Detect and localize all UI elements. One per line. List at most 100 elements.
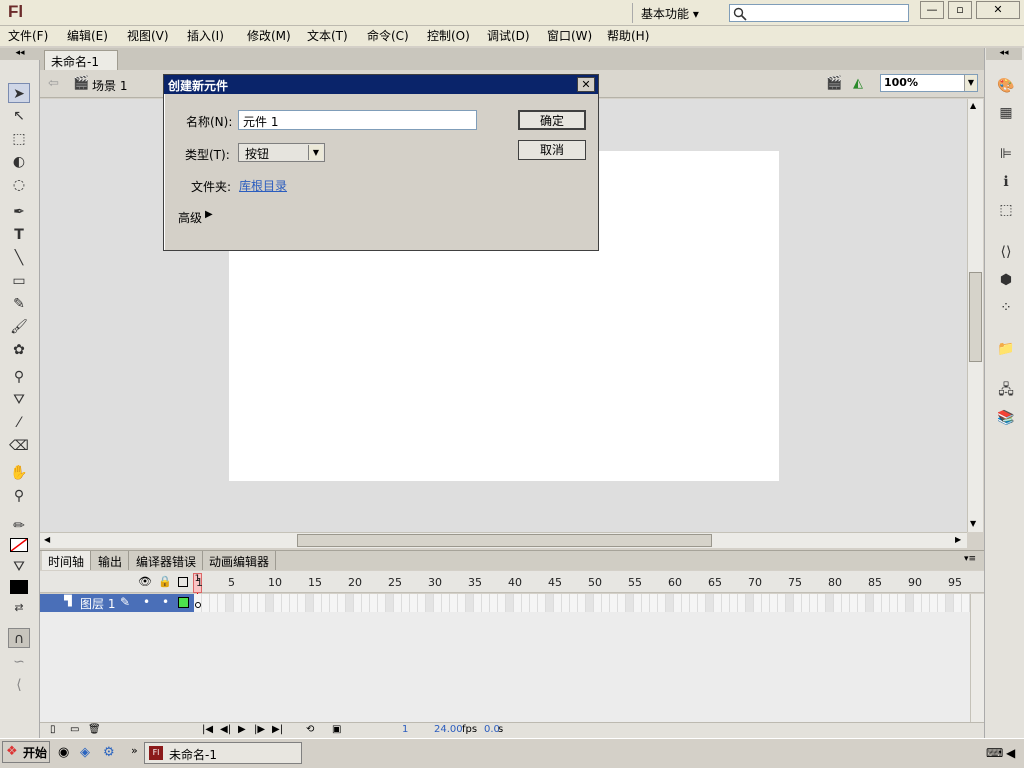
frame-cell[interactable] — [930, 594, 938, 612]
straighten-icon[interactable]: ⟨ — [8, 675, 30, 695]
frame-cell[interactable] — [298, 594, 306, 612]
close-window-button[interactable]: ✕ — [976, 1, 1020, 19]
timeline-vertical-scrollbar[interactable] — [970, 594, 984, 722]
frame-cell[interactable] — [650, 594, 658, 612]
line-tool-icon[interactable]: ╲ — [8, 248, 30, 268]
eraser-tool-icon[interactable]: ⌫ — [8, 436, 30, 456]
frame-cell[interactable] — [442, 594, 450, 612]
horizontal-scrollbar[interactable]: ◀ ▶ — [40, 532, 967, 548]
motion-presets-icon[interactable]: ⁘ — [996, 298, 1016, 318]
frame-cell[interactable] — [794, 594, 802, 612]
menu-window[interactable]: 窗口(W) — [547, 27, 592, 44]
color-panel-icon[interactable]: 🎨 — [996, 76, 1016, 96]
frame-cell[interactable] — [754, 594, 762, 612]
vertical-scroll-thumb[interactable] — [969, 272, 982, 362]
folder-link[interactable]: 库根目录 — [239, 177, 287, 194]
frame-cell[interactable] — [426, 594, 434, 612]
collapse-arrows-icon[interactable]: ◂◂ — [0, 48, 40, 60]
frame-cell[interactable] — [354, 594, 362, 612]
last-frame-icon[interactable]: ▶| — [272, 724, 283, 735]
frame-cell[interactable] — [946, 594, 954, 612]
expand-panels-icon[interactable]: ◂◂ — [986, 48, 1022, 60]
visibility-dot-icon[interactable]: • — [143, 595, 150, 609]
frame-cell[interactable] — [706, 594, 714, 612]
hand-tool-icon[interactable]: ✋ — [8, 463, 30, 483]
back-arrow-icon[interactable]: ⇦ — [48, 76, 59, 91]
menu-file[interactable]: 文件(F) — [8, 27, 48, 44]
text-tool-icon[interactable]: T — [8, 225, 30, 245]
frame-cell[interactable] — [714, 594, 722, 612]
vertical-scrollbar[interactable]: ▲ ▼ — [967, 99, 983, 532]
frame-cell[interactable] — [250, 594, 258, 612]
frame-cell[interactable] — [490, 594, 498, 612]
frame-cell[interactable] — [818, 594, 826, 612]
frame-cell[interactable] — [482, 594, 490, 612]
expand-arrow-icon[interactable]: ▶ — [205, 209, 213, 220]
tray-expand-icon[interactable]: ◀ — [1006, 746, 1015, 760]
rectangle-tool-icon[interactable]: ▭ — [8, 271, 30, 291]
frame-cell[interactable] — [306, 594, 314, 612]
lock-dot-icon[interactable]: • — [162, 595, 169, 609]
frame-cell[interactable] — [770, 594, 778, 612]
frame-cell[interactable] — [618, 594, 626, 612]
snap-to-objects-icon[interactable]: ∩ — [8, 628, 30, 648]
outline-color-swatch[interactable] — [178, 597, 189, 608]
frame-cell[interactable] — [890, 594, 898, 612]
lasso-tool-icon[interactable]: ◌ — [8, 175, 30, 195]
ok-button[interactable]: 确定 — [518, 110, 586, 130]
frame-cell[interactable] — [850, 594, 858, 612]
frame-cell[interactable] — [938, 594, 946, 612]
scroll-right-icon[interactable]: ▶ — [955, 535, 961, 544]
frame-cell[interactable] — [882, 594, 890, 612]
lock-layers-icon[interactable]: 🔒 — [158, 575, 172, 588]
edit-scene-icon[interactable]: 🎬 — [826, 76, 842, 91]
frame-cell[interactable] — [218, 594, 226, 612]
frame-cell[interactable] — [458, 594, 466, 612]
frame-row[interactable] — [194, 594, 970, 612]
document-tab[interactable]: 未命名-1 × — [44, 50, 118, 84]
frame-cell[interactable] — [418, 594, 426, 612]
frame-cell[interactable] — [834, 594, 842, 612]
frame-cell[interactable] — [546, 594, 554, 612]
transform-panel-icon[interactable]: ⬚ — [996, 200, 1016, 220]
tab-timeline[interactable]: 时间轴 — [42, 551, 92, 570]
restore-button[interactable]: ▫ — [948, 1, 972, 19]
scene-label[interactable]: 场景 1 — [92, 77, 127, 94]
components-panel-icon[interactable]: ⬢ — [996, 270, 1016, 290]
onion-skin-icon[interactable]: ▣ — [332, 724, 341, 735]
frame-cell[interactable] — [330, 594, 338, 612]
stroke-color-swatch[interactable] — [10, 538, 28, 552]
menu-help[interactable]: 帮助(H) — [607, 27, 649, 44]
frame-cell[interactable] — [802, 594, 810, 612]
help-search-input[interactable] — [729, 4, 909, 22]
outline-layers-icon[interactable] — [178, 577, 188, 587]
frame-cell[interactable] — [346, 594, 354, 612]
pen-tool-icon[interactable]: ✒ — [8, 202, 30, 222]
frame-cell[interactable] — [842, 594, 850, 612]
frame-cell[interactable] — [202, 594, 210, 612]
frame-cell[interactable] — [266, 594, 274, 612]
menu-debug[interactable]: 调试(D) — [487, 27, 530, 44]
frame-cell[interactable] — [690, 594, 698, 612]
frame-cell[interactable] — [282, 594, 290, 612]
free-transform-tool-icon[interactable]: ⬚ — [8, 129, 30, 149]
symbol-type-select[interactable]: 按钮 ▼ — [238, 143, 325, 162]
stroke-color-icon[interactable]: ✏ — [8, 516, 30, 536]
brush-tool-icon[interactable]: 🖌 — [8, 317, 30, 337]
frame-cell[interactable] — [610, 594, 618, 612]
tab-output[interactable]: 输出 — [92, 551, 130, 570]
zoom-dropdown-icon[interactable]: ▼ — [964, 75, 977, 91]
frame-cell[interactable] — [434, 594, 442, 612]
frame-cell[interactable] — [810, 594, 818, 612]
frame-cell[interactable] — [578, 594, 586, 612]
frame-cell[interactable] — [674, 594, 682, 612]
frame-cell[interactable] — [362, 594, 370, 612]
next-frame-icon[interactable]: |▶ — [254, 724, 265, 735]
frame-cell[interactable] — [466, 594, 474, 612]
frame-cell[interactable] — [682, 594, 690, 612]
current-frame-value[interactable]: 1 — [402, 724, 408, 735]
swap-colors-icon[interactable]: ⇄ — [8, 598, 30, 618]
menu-control[interactable]: 控制(O) — [427, 27, 470, 44]
frame-cell[interactable] — [386, 594, 394, 612]
3d-rotation-tool-icon[interactable]: ◐ — [8, 152, 30, 172]
